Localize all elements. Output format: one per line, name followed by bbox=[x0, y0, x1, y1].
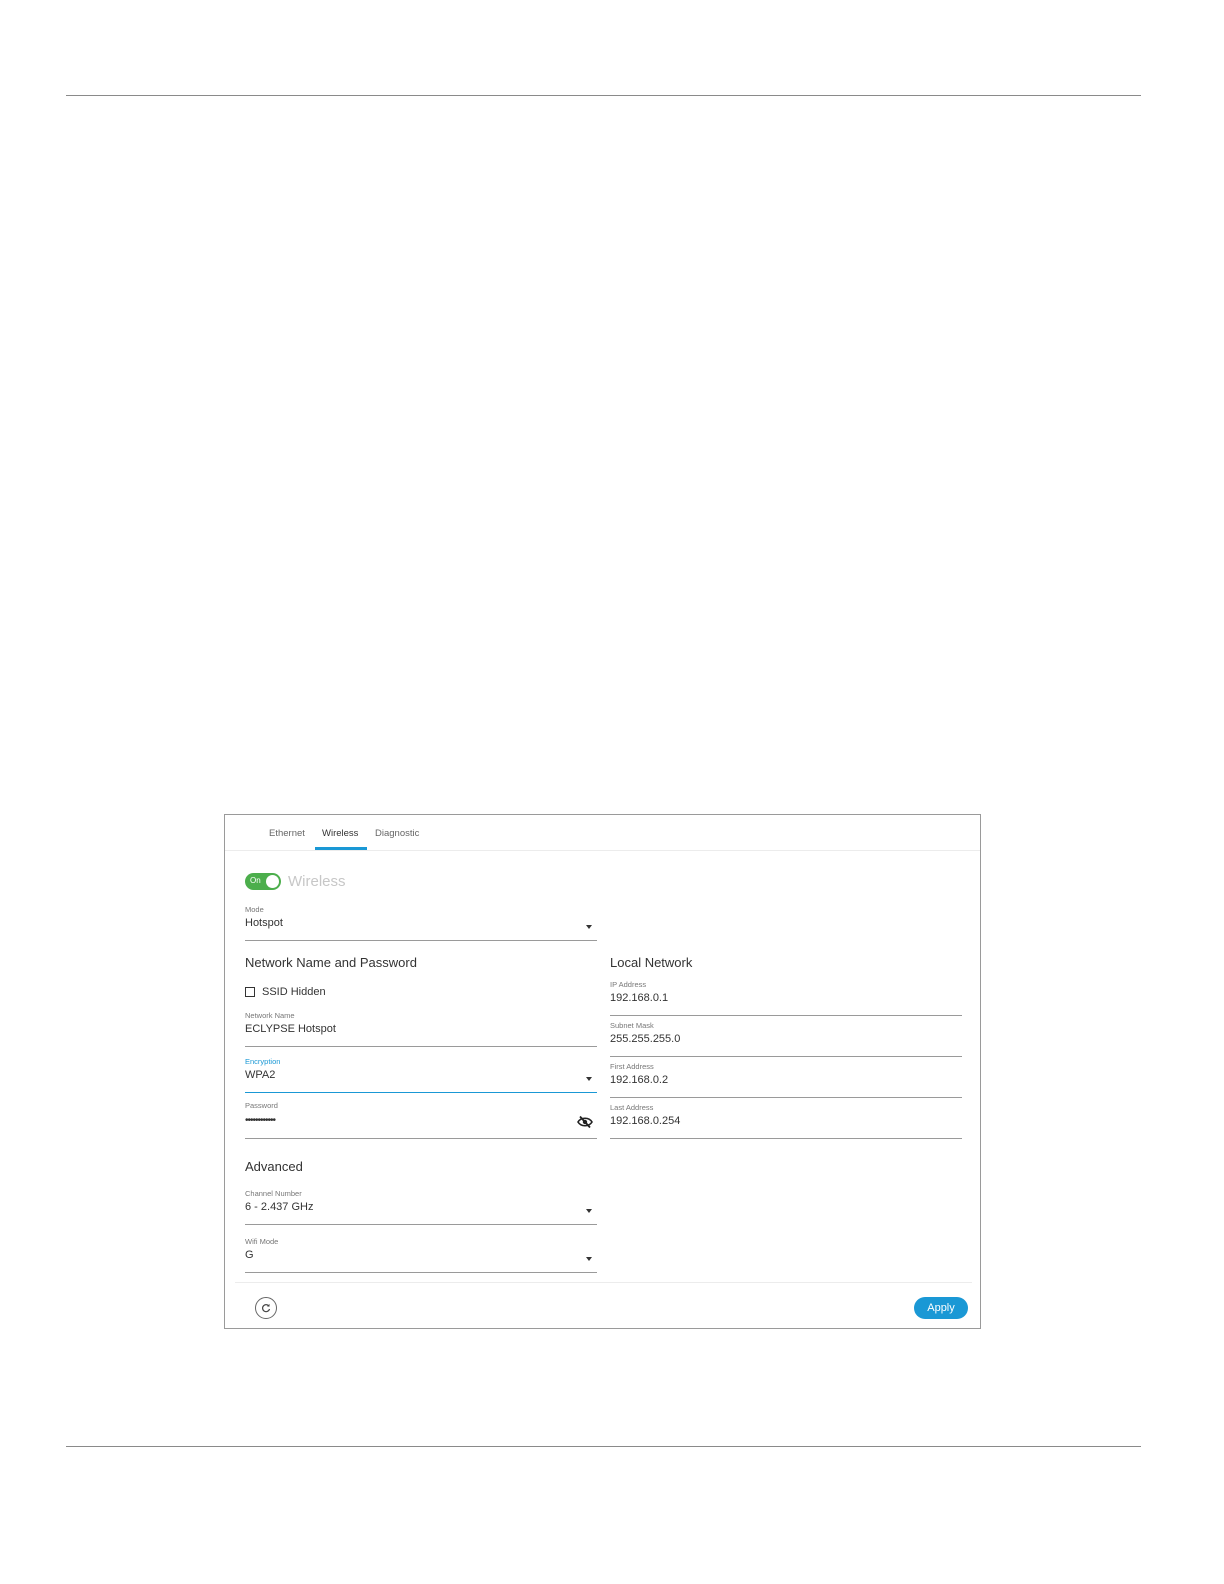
footer-rule bbox=[66, 1446, 1141, 1447]
mode-value: Hotspot bbox=[245, 917, 283, 929]
subnet-mask-label: Subnet Mask bbox=[610, 1021, 654, 1030]
password-value: •••••••••••• bbox=[245, 1115, 276, 1126]
advanced-section-title: Advanced bbox=[245, 1159, 303, 1174]
local-network-title: Local Network bbox=[610, 955, 693, 970]
wifi-mode-select[interactable]: Wifi Mode G bbox=[245, 1237, 597, 1273]
encryption-value: WPA2 bbox=[245, 1069, 276, 1081]
ip-address-label: IP Address bbox=[610, 980, 647, 989]
channel-select[interactable]: Channel Number 6 - 2.437 GHz bbox=[245, 1189, 597, 1225]
footer-divider bbox=[235, 1282, 972, 1283]
wifi-mode-label: Wifi Mode bbox=[245, 1237, 279, 1246]
toggle-knob bbox=[266, 875, 279, 888]
network-name-field[interactable]: Network Name ECLYPSE Hotspot bbox=[245, 1011, 597, 1047]
network-name-label: Network Name bbox=[245, 1011, 295, 1020]
wireless-toggle[interactable]: On bbox=[245, 873, 281, 890]
tab-bar: Ethernet Wireless Diagnostic bbox=[225, 815, 980, 851]
chevron-down-icon bbox=[586, 1077, 592, 1081]
wifi-mode-value: G bbox=[245, 1249, 254, 1261]
apply-button[interactable]: Apply bbox=[914, 1297, 968, 1319]
tab-wireless[interactable]: Wireless bbox=[322, 828, 358, 839]
chevron-down-icon bbox=[586, 1209, 592, 1213]
first-address-label: First Address bbox=[610, 1062, 654, 1071]
password-label: Password bbox=[245, 1101, 278, 1110]
eye-off-icon[interactable] bbox=[577, 1115, 593, 1129]
encryption-label: Encryption bbox=[245, 1057, 281, 1066]
network-name-value: ECLYPSE Hotspot bbox=[245, 1023, 336, 1035]
channel-value: 6 - 2.437 GHz bbox=[245, 1201, 314, 1213]
active-tab-indicator bbox=[315, 847, 367, 850]
first-address-value: 192.168.0.2 bbox=[610, 1074, 669, 1086]
mode-label: Mode bbox=[245, 905, 264, 914]
chevron-down-icon bbox=[586, 925, 592, 929]
header-rule bbox=[66, 95, 1141, 96]
encryption-select[interactable]: Encryption WPA2 bbox=[245, 1057, 597, 1093]
reset-button[interactable] bbox=[255, 1297, 277, 1319]
network-section-title: Network Name and Password bbox=[245, 955, 417, 970]
tab-ethernet[interactable]: Ethernet bbox=[269, 828, 305, 839]
mode-select[interactable]: Mode Hotspot bbox=[245, 905, 597, 941]
wireless-title: Wireless bbox=[288, 873, 346, 890]
last-address-label: Last Address bbox=[610, 1103, 654, 1112]
first-address-field[interactable]: First Address 192.168.0.2 bbox=[610, 1062, 962, 1098]
chevron-down-icon bbox=[586, 1257, 592, 1261]
subnet-mask-value: 255.255.255.0 bbox=[610, 1033, 681, 1045]
password-field[interactable]: Password •••••••••••• bbox=[245, 1101, 597, 1139]
channel-label: Channel Number bbox=[245, 1189, 302, 1198]
ip-address-value: 192.168.0.1 bbox=[610, 992, 669, 1004]
tab-diagnostic[interactable]: Diagnostic bbox=[375, 828, 419, 839]
subnet-mask-field[interactable]: Subnet Mask 255.255.255.0 bbox=[610, 1021, 962, 1057]
last-address-field[interactable]: Last Address 192.168.0.254 bbox=[610, 1103, 962, 1139]
ip-address-field[interactable]: IP Address 192.168.0.1 bbox=[610, 980, 962, 1016]
last-address-value: 192.168.0.254 bbox=[610, 1115, 681, 1127]
ssid-hidden-label: SSID Hidden bbox=[262, 986, 326, 998]
network-settings-panel: Ethernet Wireless Diagnostic On Wireless… bbox=[224, 814, 981, 1329]
toggle-state-label: On bbox=[250, 876, 261, 885]
ssid-hidden-checkbox[interactable] bbox=[245, 987, 255, 997]
refresh-icon bbox=[262, 1304, 271, 1313]
